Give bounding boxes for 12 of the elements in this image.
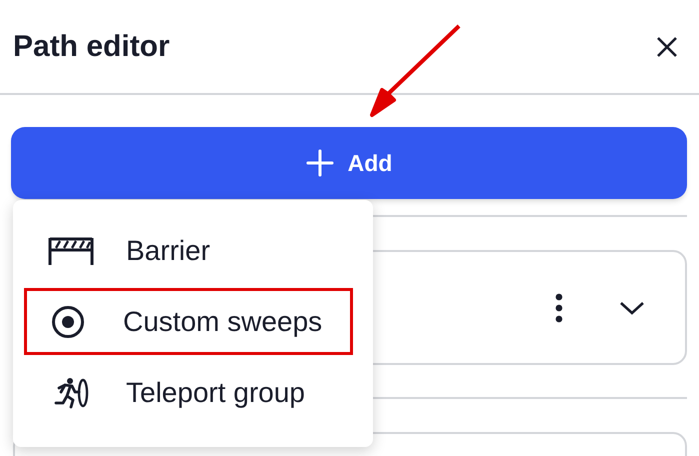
menu-item[interactable]: Barrier (24, 217, 353, 284)
more-options-icon[interactable] (554, 292, 564, 322)
plus-icon (306, 149, 334, 177)
menu-item[interactable]: Custom sweeps (24, 288, 353, 355)
add-button[interactable]: Add (11, 127, 687, 199)
chevron-down-icon[interactable] (619, 300, 645, 316)
panel-title: Path editor (13, 29, 170, 65)
close-icon[interactable] (655, 34, 679, 58)
radio-target-icon (51, 304, 85, 338)
running-figure-icon (53, 376, 89, 408)
menu-item[interactable]: Teleport group (24, 359, 353, 426)
barrier-icon (48, 236, 94, 266)
